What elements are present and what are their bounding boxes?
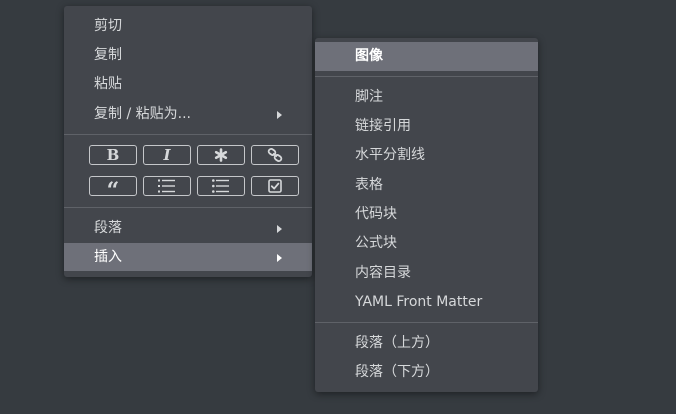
submenu-item-label: 链接引用 — [355, 118, 411, 134]
menu-item-cut[interactable]: 剪切 — [64, 12, 312, 41]
menu-divider — [315, 76, 538, 77]
italic-button[interactable]: I — [143, 145, 191, 165]
menu-item-paragraph[interactable]: 段落 — [64, 214, 312, 243]
bold-button[interactable]: B — [89, 145, 137, 165]
quote-button[interactable]: “ — [89, 176, 137, 202]
submenu-item-footnote[interactable]: 脚注 — [315, 83, 538, 112]
menu-item-insert[interactable]: 插入 — [64, 243, 312, 271]
submenu-item-label: 表格 — [355, 177, 383, 193]
menu-item-copy[interactable]: 复制 — [64, 41, 312, 70]
ordered-list-button[interactable] — [143, 176, 191, 196]
italic-icon: I — [163, 145, 171, 164]
menu-item-label: 剪切 — [94, 18, 122, 34]
submenu-item-math-block[interactable]: 公式块 — [315, 229, 538, 258]
menu-item-label: 插入 — [94, 249, 122, 265]
submenu-item-yaml-front-matter[interactable]: YAML Front Matter — [315, 288, 538, 317]
highlight-asterisk-icon — [214, 148, 228, 162]
unordered-list-button[interactable] — [197, 176, 245, 196]
submenu-item-label: YAML Front Matter — [355, 294, 483, 310]
submenu-item-label: 公式块 — [355, 235, 397, 251]
submenu-item-code-block[interactable]: 代码块 — [315, 200, 538, 229]
submenu-item-label: 脚注 — [355, 89, 383, 105]
task-list-icon — [268, 179, 282, 193]
link-button[interactable] — [251, 145, 299, 165]
menu-divider — [64, 207, 312, 208]
menu-divider — [315, 322, 538, 323]
submenu-arrow-icon — [277, 111, 282, 119]
highlight-button[interactable] — [197, 145, 245, 165]
submenu-item-paragraph-above[interactable]: 段落（上方） — [315, 329, 538, 358]
task-list-button[interactable] — [251, 176, 299, 196]
submenu-item-horizontal-rule[interactable]: 水平分割线 — [315, 141, 538, 170]
submenu-item-link-reference[interactable]: 链接引用 — [315, 112, 538, 141]
menu-item-copy-paste-as[interactable]: 复制 / 粘贴为... — [64, 100, 312, 129]
submenu-arrow-icon — [277, 225, 282, 233]
submenu-arrow-icon — [277, 254, 282, 262]
menu-item-label: 段落 — [94, 220, 122, 236]
menu-item-label: 复制 / 粘贴为... — [94, 106, 191, 122]
menu-divider — [64, 134, 312, 135]
bold-icon: B — [106, 145, 120, 164]
menu-item-label: 粘贴 — [94, 76, 122, 92]
submenu-item-label: 内容目录 — [355, 265, 411, 281]
submenu-item-label: 段落（下方） — [355, 364, 439, 380]
submenu-item-label: 代码块 — [355, 206, 397, 222]
link-icon — [267, 148, 283, 162]
unordered-list-icon — [212, 179, 229, 193]
submenu-item-toc[interactable]: 内容目录 — [315, 259, 538, 288]
quote-icon: “ — [106, 177, 120, 204]
submenu-item-label: 段落（上方） — [355, 335, 439, 351]
context-menu: 剪切 复制 粘贴 复制 / 粘贴为... B I “ 段落 插入 — [64, 6, 312, 277]
menu-item-label: 复制 — [94, 47, 122, 63]
submenu-item-paragraph-below[interactable]: 段落（下方） — [315, 358, 538, 387]
submenu-item-label: 水平分割线 — [355, 147, 425, 163]
submenu-item-label: 图像 — [355, 48, 383, 64]
submenu-item-image[interactable]: 图像 — [315, 42, 538, 71]
insert-submenu: 图像 脚注 链接引用 水平分割线 表格 代码块 公式块 内容目录 YAML Fr… — [315, 38, 538, 392]
menu-item-paste[interactable]: 粘贴 — [64, 70, 312, 99]
submenu-item-table[interactable]: 表格 — [315, 171, 538, 200]
ordered-list-icon — [158, 179, 175, 193]
